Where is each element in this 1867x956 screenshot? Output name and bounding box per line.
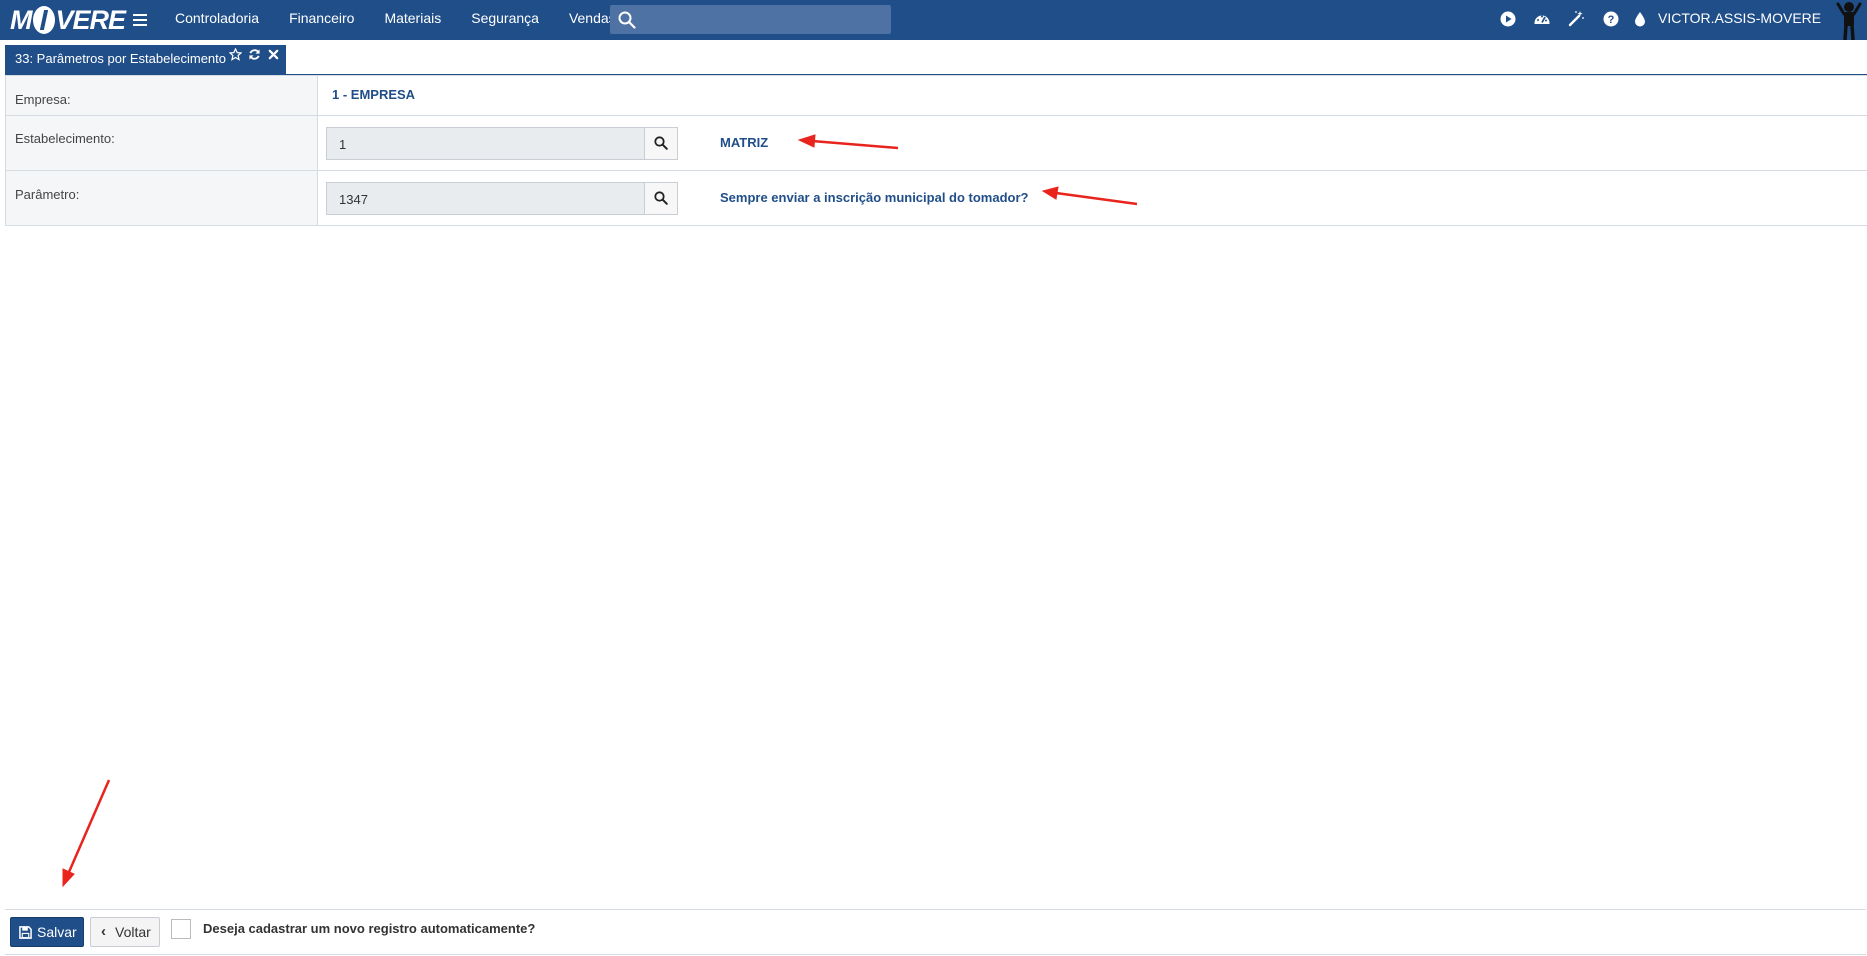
auto-register-checkbox[interactable] (171, 919, 191, 939)
back-label: Voltar (115, 924, 151, 940)
form-footer: Salvar ‹ Voltar Deseja cadastrar um novo… (5, 909, 1866, 955)
save-label: Salvar (37, 924, 77, 940)
save-button[interactable]: Salvar (10, 917, 84, 947)
floppy-disk-icon (19, 926, 32, 939)
annotation-arrows (62, 134, 1138, 888)
chevron-left-icon: ‹ (101, 923, 106, 940)
arrow-to-save-button (62, 779, 111, 888)
auto-register-label[interactable]: Deseja cadastrar um novo registro automa… (203, 921, 535, 936)
back-button[interactable]: ‹ Voltar (90, 917, 160, 947)
arrow-to-parametro (1041, 186, 1138, 206)
arrow-to-matriz (797, 134, 899, 150)
